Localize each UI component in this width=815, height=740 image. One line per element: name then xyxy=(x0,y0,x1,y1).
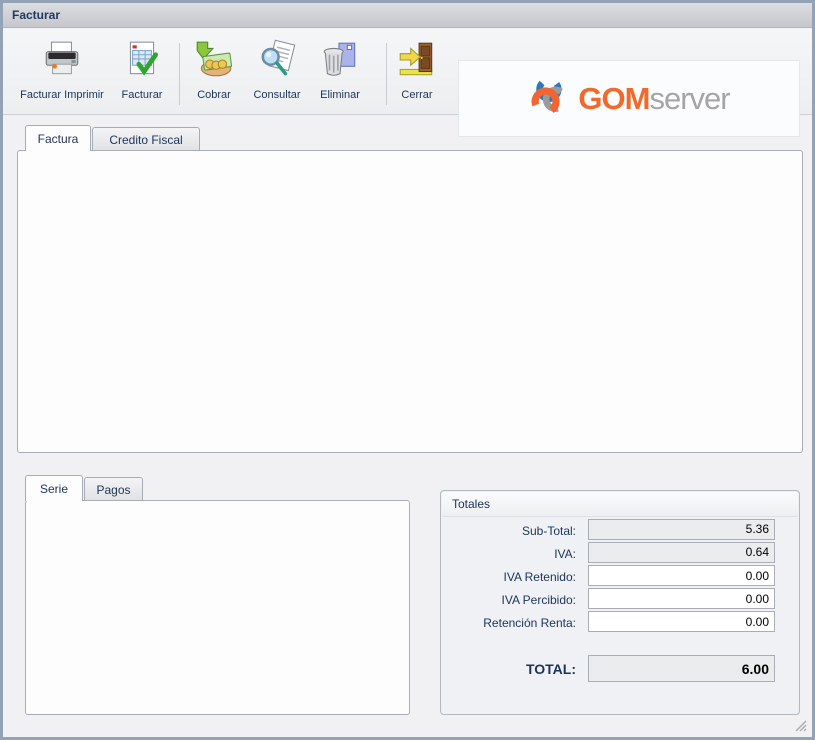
tab-pagos[interactable]: Pagos xyxy=(84,477,143,501)
invoice-check-icon xyxy=(121,39,163,86)
collect-payment-icon xyxy=(193,39,235,86)
tab-factura[interactable]: Factura xyxy=(25,125,91,151)
iva-label: IVA: xyxy=(433,547,576,561)
brand-name-light: server xyxy=(649,81,729,117)
serie-panel xyxy=(25,500,410,715)
tab-label: Serie xyxy=(40,482,68,496)
toolbar-button-label: Facturar xyxy=(122,89,163,101)
facturar-window: Facturar Facturar Imprimir xyxy=(0,0,815,740)
total-field: 6.00 xyxy=(588,655,775,682)
totales-header: Totales xyxy=(442,492,798,517)
toolbar-button-label: Eliminar xyxy=(320,89,360,101)
exit-door-icon xyxy=(396,39,438,86)
gomserver-logo-icon xyxy=(528,74,578,123)
total-label: TOTAL: xyxy=(433,661,576,677)
toolbar: Facturar Imprimir Facturar xyxy=(3,29,812,115)
facturar-button[interactable]: Facturar xyxy=(113,39,171,109)
window-title: Facturar xyxy=(12,8,60,22)
title-bar[interactable]: Facturar xyxy=(3,3,812,28)
iva-retenido-label: IVA Retenido: xyxy=(433,570,576,584)
brand-logo: GOMserver xyxy=(458,60,800,137)
eliminar-button[interactable]: Eliminar xyxy=(312,39,368,109)
tab-label: Pagos xyxy=(96,483,130,497)
retencion-renta-input[interactable] xyxy=(588,611,775,632)
iva-percibido-label: IVA Percibido: xyxy=(433,593,576,607)
totales-title: Totales xyxy=(452,497,490,511)
iva-field: 0.64 xyxy=(588,542,775,563)
toolbar-button-label: Cerrar xyxy=(401,89,432,101)
retencion-renta-label: Retención Renta: xyxy=(433,616,576,630)
subtotal-label: Sub-Total: xyxy=(433,524,576,538)
iva-percibido-input[interactable] xyxy=(588,588,775,609)
facturar-imprimir-button[interactable]: Facturar Imprimir xyxy=(13,39,111,109)
tab-serie[interactable]: Serie xyxy=(25,475,83,501)
tab-label: Credito Fiscal xyxy=(109,133,182,147)
search-document-icon xyxy=(256,39,298,86)
delete-trash-icon xyxy=(319,39,361,86)
toolbar-button-label: Cobrar xyxy=(197,89,231,101)
iva-retenido-input[interactable] xyxy=(588,565,775,586)
consultar-button[interactable]: Consultar xyxy=(247,39,307,109)
tab-label: Factura xyxy=(38,132,79,146)
factura-panel xyxy=(17,150,803,453)
subtotal-field: 5.36 xyxy=(588,519,775,540)
cerrar-button[interactable]: Cerrar xyxy=(391,39,443,109)
printer-icon xyxy=(41,39,83,86)
toolbar-separator xyxy=(386,43,387,105)
brand-name-bold: GOM xyxy=(578,81,649,117)
tab-credito-fiscal[interactable]: Credito Fiscal xyxy=(92,127,200,151)
toolbar-separator xyxy=(179,43,180,105)
toolbar-button-label: Consultar xyxy=(253,89,300,101)
cobrar-button[interactable]: Cobrar xyxy=(186,39,242,109)
resize-grip-icon[interactable] xyxy=(793,718,807,732)
toolbar-button-label: Facturar Imprimir xyxy=(20,89,104,101)
